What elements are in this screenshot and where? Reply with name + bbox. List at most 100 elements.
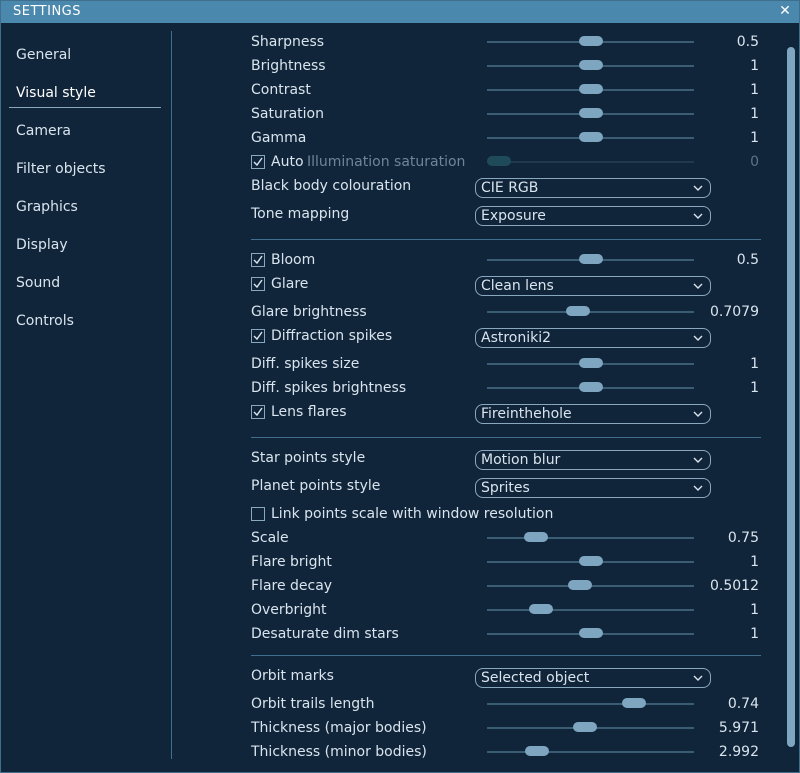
slider-thumb[interactable] — [579, 254, 603, 264]
orbit-marks-selected: Selected object — [481, 670, 590, 686]
link-scale-checkbox[interactable] — [251, 507, 265, 521]
chevron-down-icon — [693, 283, 703, 289]
auto-label: Auto — [271, 154, 304, 170]
slider-track — [487, 751, 694, 753]
slider-thumb[interactable] — [568, 580, 592, 590]
planet-points-selected: Sprites — [481, 480, 530, 496]
thickness-minor-slider[interactable] — [487, 746, 694, 758]
diffraction-label: Diffraction spikes — [271, 328, 393, 344]
slider-thumb[interactable] — [579, 60, 603, 70]
slider-track — [487, 537, 694, 539]
planet-points-select[interactable]: Sprites — [475, 478, 711, 498]
lens-flares-checkbox[interactable] — [251, 405, 265, 419]
contrast-value: 1 — [750, 82, 759, 98]
scale-label: Scale — [251, 530, 289, 546]
overbright-slider[interactable] — [487, 604, 694, 616]
planet-points-label: Planet points style — [251, 478, 381, 494]
diffraction-checkbox[interactable] — [251, 329, 265, 343]
orbit-trails-slider[interactable] — [487, 698, 694, 710]
glare-brightness-label: Glare brightness — [251, 304, 367, 320]
section-divider — [251, 437, 761, 438]
desaturate-value: 1 — [750, 626, 759, 642]
overbright-label: Overbright — [251, 602, 327, 618]
sharpness-value: 0.5 — [736, 34, 759, 50]
lens-flares-select[interactable]: Fireinthehole — [475, 404, 711, 424]
slider-thumb[interactable] — [525, 746, 549, 756]
glare-brightness-slider[interactable] — [487, 306, 694, 318]
slider-thumb[interactable] — [579, 358, 603, 368]
slider-thumb[interactable] — [622, 698, 646, 708]
diffraction-select[interactable]: Astroniki2 — [475, 328, 711, 348]
flare-decay-slider[interactable] — [487, 580, 694, 592]
illumination-saturation-label: Illumination saturation — [307, 154, 466, 170]
slider-thumb — [487, 156, 511, 166]
black-body-select[interactable]: CIE RGB — [475, 178, 711, 198]
scale-slider[interactable] — [487, 532, 694, 544]
slider-thumb[interactable] — [579, 108, 603, 118]
chevron-down-icon — [693, 213, 703, 219]
bloom-slider[interactable] — [487, 254, 694, 266]
thickness-minor-label: Thickness (minor bodies) — [251, 744, 427, 760]
star-points-select[interactable]: Motion blur — [475, 450, 711, 470]
thickness-major-value: 5.971 — [718, 720, 759, 736]
thickness-minor-value: 2.992 — [718, 744, 759, 760]
brightness-slider[interactable] — [487, 60, 694, 72]
thickness-major-slider[interactable] — [487, 722, 694, 734]
chevron-down-icon — [693, 485, 703, 491]
slider-thumb[interactable] — [579, 84, 603, 94]
glare-select[interactable]: Clean lens — [475, 276, 711, 296]
slider-thumb[interactable] — [566, 306, 590, 316]
settings-content: Sharpness 0.5 Brightness 1 Contrast 1 Sa… — [1, 1, 799, 772]
flare-bright-slider[interactable] — [487, 556, 694, 568]
gamma-slider[interactable] — [487, 132, 694, 144]
tone-mapping-select[interactable]: Exposure — [475, 206, 711, 226]
diff-brightness-label: Diff. spikes brightness — [251, 380, 407, 396]
diffraction-selected: Astroniki2 — [481, 330, 552, 346]
gamma-label: Gamma — [251, 130, 307, 146]
tone-mapping-label: Tone mapping — [251, 206, 350, 222]
checkmark-icon — [253, 157, 263, 167]
bloom-label: Bloom — [271, 252, 316, 268]
diff-size-slider[interactable] — [487, 358, 694, 370]
checkmark-icon — [253, 279, 263, 289]
diff-brightness-slider[interactable] — [487, 382, 694, 394]
chevron-down-icon — [693, 335, 703, 341]
slider-thumb[interactable] — [579, 132, 603, 142]
contrast-slider[interactable] — [487, 84, 694, 96]
black-body-label: Black body colouration — [251, 178, 412, 194]
scale-value: 0.75 — [727, 530, 759, 546]
gamma-value: 1 — [750, 130, 759, 146]
desaturate-label: Desaturate dim stars — [251, 626, 399, 642]
desaturate-slider[interactable] — [487, 628, 694, 640]
scrollbar[interactable] — [787, 47, 795, 747]
diff-brightness-value: 1 — [750, 380, 759, 396]
slider-thumb[interactable] — [579, 556, 603, 566]
brightness-value: 1 — [750, 58, 759, 74]
slider-thumb[interactable] — [573, 722, 597, 732]
slider-thumb[interactable] — [529, 604, 553, 614]
glare-checkbox[interactable] — [251, 277, 265, 291]
slider-track — [487, 609, 694, 611]
slider-track — [487, 161, 694, 163]
glare-selected: Clean lens — [481, 278, 554, 294]
orbit-marks-label: Orbit marks — [251, 668, 334, 684]
slider-thumb[interactable] — [579, 628, 603, 638]
orbit-marks-select[interactable]: Selected object — [475, 668, 711, 688]
sharpness-label: Sharpness — [251, 34, 325, 50]
diff-size-label: Diff. spikes size — [251, 356, 360, 372]
saturation-slider[interactable] — [487, 108, 694, 120]
bloom-checkbox[interactable] — [251, 253, 265, 267]
slider-thumb[interactable] — [524, 532, 548, 542]
orbit-trails-value: 0.74 — [727, 696, 759, 712]
illumination-saturation-value: 0 — [750, 154, 759, 170]
saturation-value: 1 — [750, 106, 759, 122]
sharpness-slider[interactable] — [487, 36, 694, 48]
diff-size-value: 1 — [750, 356, 759, 372]
auto-checkbox[interactable] — [251, 155, 265, 169]
slider-thumb[interactable] — [579, 36, 603, 46]
settings-window: SETTINGS ✕ General Visual style Camera F… — [0, 0, 800, 773]
slider-thumb[interactable] — [579, 382, 603, 392]
bloom-value: 0.5 — [736, 252, 759, 268]
overbright-value: 1 — [750, 602, 759, 618]
checkmark-icon — [253, 255, 263, 265]
